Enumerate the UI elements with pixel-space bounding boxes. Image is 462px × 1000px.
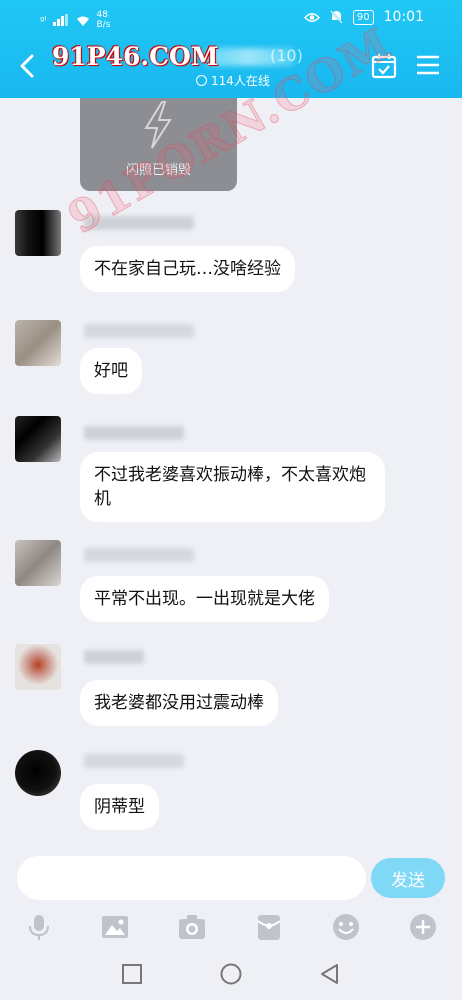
- avatar[interactable]: [15, 320, 61, 366]
- chat-message-list[interactable]: 闪照已销毁 不在家自己玩…没啥经验 好吧 不过我老婆喜欢振动棒，不太喜欢炮机 平…: [0, 98, 462, 850]
- eye-icon: [303, 12, 320, 22]
- online-status: 114人在线: [196, 72, 270, 89]
- input-bar: 发送: [0, 850, 462, 908]
- net-speed-unit: B/s: [96, 20, 111, 30]
- plus-icon[interactable]: [408, 912, 438, 942]
- camera-icon[interactable]: [177, 912, 207, 942]
- system-nav-bar: [0, 950, 462, 1000]
- message-bubble[interactable]: 平常不出现。一出现就是大佬: [80, 576, 329, 622]
- sender-name-blurred: [84, 754, 184, 768]
- avatar[interactable]: [15, 416, 61, 462]
- send-button[interactable]: 发送: [371, 858, 445, 898]
- signal-icon: ᵍᴵ: [40, 13, 47, 27]
- sender-name-blurred: [84, 324, 194, 338]
- brand-watermark-logo: 91P46.COM: [52, 42, 219, 71]
- avatar[interactable]: [15, 750, 61, 796]
- back-icon[interactable]: [318, 962, 342, 986]
- menu-icon[interactable]: [415, 54, 441, 76]
- status-right: 90 10:01: [303, 9, 424, 25]
- net-speed: 48 B/s: [97, 10, 111, 30]
- message-bubble[interactable]: 我老婆都没用过震动棒: [80, 680, 278, 726]
- online-count: 114人在线: [211, 74, 270, 88]
- title-bar: 91P46.COM (10) 114人在线: [0, 38, 462, 98]
- input-toolbar: [0, 908, 462, 948]
- status-left: ᵍᴵ 48 B/s: [40, 10, 110, 30]
- flash-photo-label: 闪照已销毁: [125, 163, 191, 178]
- emoji-icon[interactable]: [331, 912, 361, 942]
- sender-name-blurred: [84, 426, 184, 440]
- message-bubble[interactable]: 好吧: [80, 348, 142, 394]
- back-arrow-icon[interactable]: [12, 50, 42, 82]
- home-icon[interactable]: [219, 962, 243, 986]
- avatar[interactable]: [15, 210, 61, 256]
- avatar[interactable]: [15, 540, 61, 586]
- battery-indicator: 90: [352, 9, 374, 25]
- group-member-count: (10): [270, 46, 303, 65]
- message-bubble[interactable]: 不过我老婆喜欢振动棒，不太喜欢炮机: [80, 452, 385, 522]
- red-packet-icon[interactable]: [254, 912, 284, 942]
- net-speed-value: 48: [96, 10, 108, 20]
- online-icon: [196, 75, 207, 86]
- avatar[interactable]: [15, 644, 61, 690]
- sender-name-blurred: [84, 548, 194, 562]
- wifi-icon: [76, 16, 89, 26]
- clock: 10:01: [383, 9, 424, 25]
- image-icon[interactable]: [100, 912, 130, 942]
- message-input[interactable]: [17, 856, 366, 900]
- lightning-icon: [144, 101, 172, 149]
- mute-bell-icon: [330, 10, 343, 24]
- status-bar: ᵍᴵ 48 B/s 90 10:01: [0, 0, 462, 36]
- recent-apps-icon[interactable]: [120, 962, 144, 986]
- sender-name-blurred: [84, 216, 194, 230]
- message-bubble[interactable]: 不在家自己玩…没啥经验: [80, 246, 295, 292]
- chat-header: ᵍᴵ 48 B/s 90 10:01 91P46.COM (10) 114人在线: [0, 0, 462, 98]
- message-bubble[interactable]: 阴蒂型: [80, 784, 159, 830]
- signal-bars-icon: [52, 14, 68, 26]
- sender-name-blurred: [84, 650, 144, 664]
- calendar-check-icon[interactable]: [370, 52, 398, 80]
- destroyed-flash-photo[interactable]: 闪照已销毁: [80, 98, 237, 191]
- microphone-icon[interactable]: [24, 912, 54, 942]
